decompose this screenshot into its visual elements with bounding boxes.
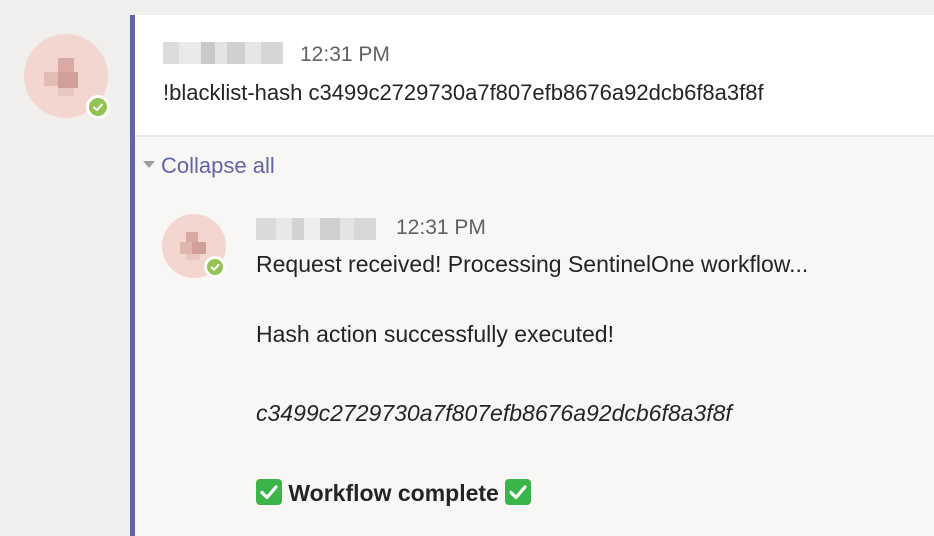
- author-name-redacted: [163, 42, 283, 64]
- caret-down-icon[interactable]: [143, 161, 155, 168]
- reply-workflow-complete: Workflow complete: [256, 479, 532, 507]
- message-timestamp: 12:31 PM: [300, 43, 390, 66]
- collapse-replies-row[interactable]: Collapse all: [135, 137, 934, 195]
- conversation-thread: 12:31 PM !blacklist-hash c3499c2729730a7…: [130, 15, 934, 536]
- workflow-complete-label: Workflow complete: [288, 480, 499, 506]
- root-message[interactable]: 12:31 PM !blacklist-hash c3499c2729730a7…: [135, 15, 934, 135]
- message-body: !blacklist-hash c3499c2729730a7f807efb86…: [163, 80, 764, 105]
- white-check-mark-icon: [505, 479, 532, 505]
- reply-line-success: Hash action successfully executed!: [256, 321, 614, 347]
- reply-line-request: Request received! Processing SentinelOne…: [256, 251, 809, 277]
- white-check-mark-icon: [256, 479, 282, 505]
- reply-author-name-redacted: [256, 218, 376, 240]
- collapse-all-link[interactable]: Collapse all: [161, 153, 275, 179]
- presence-available-icon: [86, 95, 110, 119]
- reply-message[interactable]: 12:31 PM Request received! Processing Se…: [135, 195, 934, 536]
- reply-hash: c3499c2729730a7f807efb8676a92dcb6f8a3f8f: [256, 400, 732, 426]
- presence-available-icon: [204, 256, 226, 278]
- reply-timestamp: 12:31 PM: [396, 216, 486, 239]
